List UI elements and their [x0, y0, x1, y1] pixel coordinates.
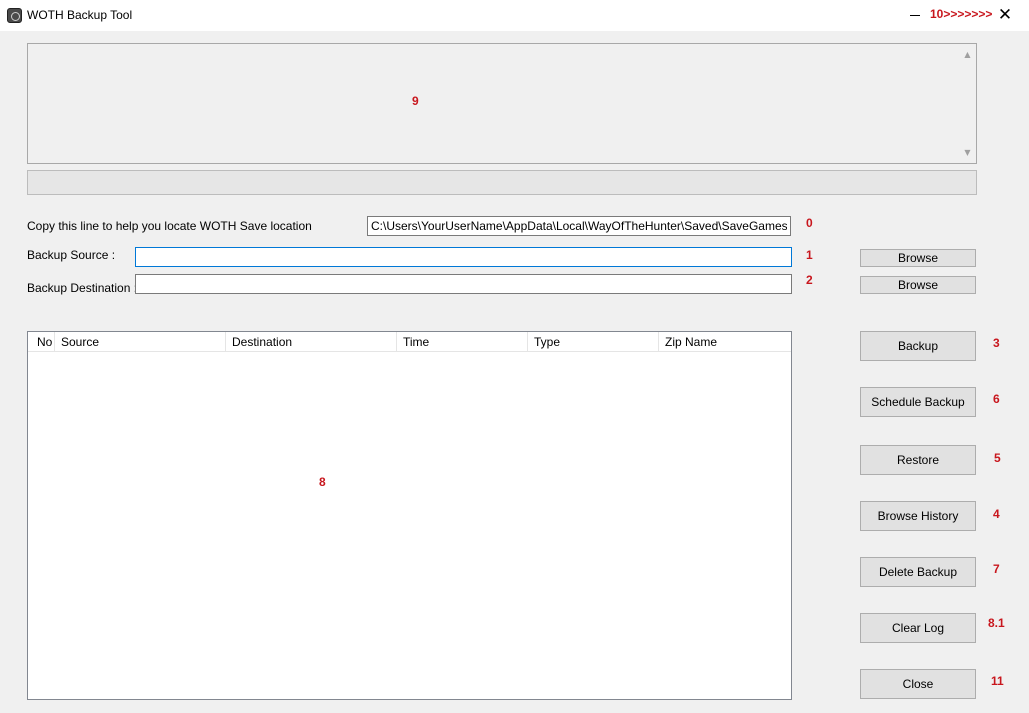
backup-destination-input[interactable] — [135, 274, 792, 294]
schedule-backup-button[interactable]: Schedule Backup — [860, 387, 976, 417]
callout-9: 9 — [412, 94, 419, 108]
callout-5: 5 — [994, 451, 1001, 465]
save-location-label: Copy this line to help you locate WOTH S… — [27, 219, 312, 233]
title-bar: WOTH Backup Tool 10>>>>>>> ✕ — [0, 0, 1029, 31]
callout-3: 3 — [993, 336, 1000, 350]
close-window-icon[interactable]: ✕ — [997, 6, 1013, 24]
callout-2: 2 — [806, 273, 813, 287]
browse-destination-button[interactable]: Browse — [860, 276, 976, 294]
callout-6: 6 — [993, 392, 1000, 406]
delete-backup-button[interactable]: Delete Backup — [860, 557, 976, 587]
app-icon — [7, 8, 22, 23]
browse-history-button[interactable]: Browse History — [860, 501, 976, 531]
log-scrollbar[interactable]: ▲ ▼ — [959, 44, 976, 163]
clear-log-button[interactable]: Clear Log — [860, 613, 976, 643]
backup-history-table[interactable]: No Source Destination Time Type Zip Name — [27, 331, 792, 700]
callout-4: 4 — [993, 507, 1000, 521]
column-header-source[interactable]: Source — [55, 332, 226, 352]
browse-source-button[interactable]: Browse — [860, 249, 976, 267]
close-button[interactable]: Close — [860, 669, 976, 699]
callout-10: 10>>>>>>> — [930, 7, 993, 21]
backup-source-input[interactable] — [135, 247, 792, 267]
log-textbox[interactable]: ▲ ▼ — [27, 43, 977, 164]
scroll-down-icon[interactable]: ▼ — [959, 144, 976, 161]
column-header-destination[interactable]: Destination — [226, 332, 397, 352]
save-location-field[interactable] — [367, 216, 791, 236]
callout-8: 8 — [319, 475, 326, 489]
restore-button[interactable]: Restore — [860, 445, 976, 475]
column-header-type[interactable]: Type — [528, 332, 659, 352]
column-header-time[interactable]: Time — [397, 332, 528, 352]
scroll-up-icon[interactable]: ▲ — [959, 46, 976, 63]
window-title: WOTH Backup Tool — [27, 8, 133, 22]
callout-7: 7 — [993, 562, 1000, 576]
callout-11: 11 — [991, 674, 1004, 688]
callout-1: 1 — [806, 248, 813, 262]
progress-bar — [27, 170, 977, 195]
table-header: No Source Destination Time Type Zip Name — [28, 332, 791, 352]
column-header-no[interactable]: No — [28, 332, 55, 352]
backup-source-label: Backup Source : — [27, 248, 116, 262]
backup-button[interactable]: Backup — [860, 331, 976, 361]
callout-0: 0 — [806, 216, 813, 230]
backup-destination-label: Backup Destination : — [27, 281, 138, 295]
callout-8-1: 8.1 — [988, 616, 1005, 630]
minimize-button[interactable] — [908, 4, 922, 26]
column-header-zip-name[interactable]: Zip Name — [659, 332, 791, 352]
